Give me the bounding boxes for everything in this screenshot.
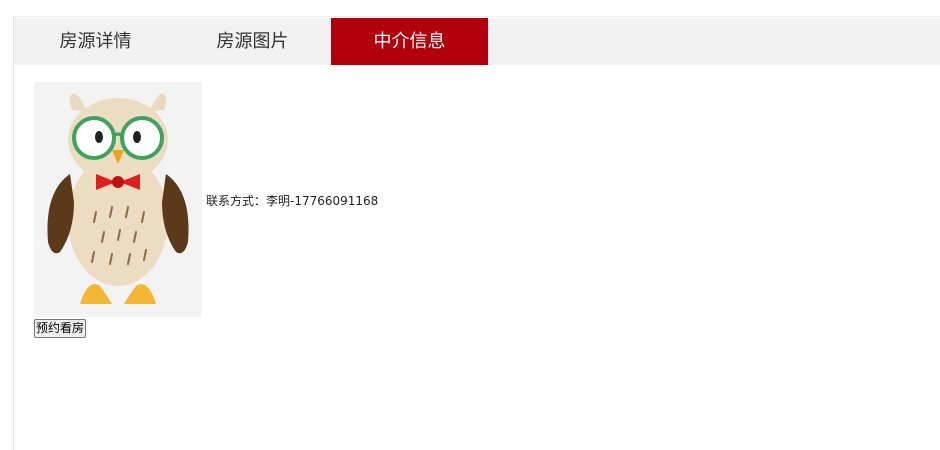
tab-bar: 房源详情 房源图片 中介信息	[14, 18, 940, 65]
agent-avatar	[34, 82, 202, 317]
content-frame: 房源详情 房源图片 中介信息 联系方式：李明-17766091168 预约看房	[13, 16, 940, 450]
tab-house-details[interactable]: 房源详情	[17, 18, 174, 65]
agent-contact: 联系方式：李明-17766091168	[206, 194, 379, 208]
tab-house-photos[interactable]: 房源图片	[174, 18, 331, 65]
owl-avatar-icon	[47, 93, 189, 304]
book-viewing-button[interactable]: 预约看房	[34, 319, 87, 338]
tab-agent-info[interactable]: 中介信息	[331, 18, 488, 65]
